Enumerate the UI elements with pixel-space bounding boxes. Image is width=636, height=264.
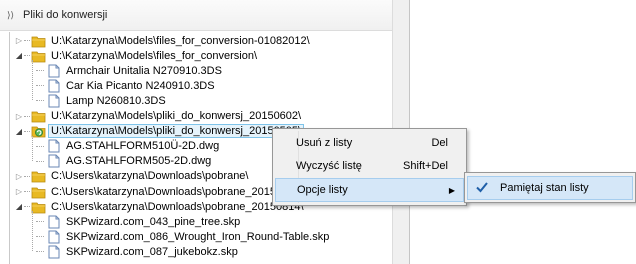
folder-icon: [31, 36, 46, 47]
collapsed-arrow-icon[interactable]: ▷: [14, 172, 24, 181]
tree-connector: [24, 191, 30, 192]
tree-item-label: AG.STAHLFORM510Ü-2D.dwg: [66, 140, 220, 153]
tree-file-item[interactable]: Lamp N260810.3DS: [36, 93, 166, 108]
tree-file-item[interactable]: AG.STAHLFORM505-2D.dwg: [36, 154, 211, 169]
menu-item-label: Usuń z listy: [296, 137, 353, 149]
menu-item-label: Opcje listy: [297, 184, 348, 196]
file-icon: [48, 230, 60, 244]
tree-file-item[interactable]: Car Kia Picanto N240910.3DS: [36, 78, 215, 93]
menu-item-shortcut: Del: [431, 137, 448, 149]
tree-connector: [24, 115, 30, 117]
tree-folder-item[interactable]: ▷ U:\Katarzyna\Models\pliki_do_konwersj_2…: [14, 109, 301, 124]
tree-connector: [24, 55, 30, 57]
folder-icon: [31, 202, 46, 213]
collapsed-arrow-icon[interactable]: ▷: [14, 36, 24, 45]
tree-connector: [36, 70, 44, 72]
file-icon: [48, 94, 60, 108]
tree-item-label: U:\Katarzyna\Models\files_for_conversion…: [51, 34, 310, 47]
expanded-arrow-icon[interactable]: ◢: [14, 51, 24, 60]
app-window: ⟩⟩ Pliki do konwersji ▷ U:\Katarzyna\Mode…: [0, 0, 636, 264]
panel-title: Pliki do konwersji: [23, 9, 108, 21]
tree-folder-item[interactable]: ▷ C:\Users\katarzyna\Downloads\pobrane_20…: [14, 184, 282, 199]
file-icon: [48, 139, 60, 153]
menu-item-label: Pamiętaj stan listy: [500, 182, 589, 194]
menu-item-remove[interactable]: Usuń z listy Del: [275, 132, 464, 154]
tree-folder-item[interactable]: ◢ U:\Katarzyna\Models\files_for_conversio…: [14, 48, 257, 63]
collapsed-arrow-icon[interactable]: ▷: [14, 187, 24, 196]
tree-item-label: U:\Katarzyna\Models\files_for_conversion…: [51, 49, 258, 62]
tree-connector: [24, 175, 30, 177]
tree-guide-line: [32, 135, 33, 161]
tree-connector: [36, 100, 44, 102]
tree-guide-line: [32, 211, 33, 252]
tree-item-label: U:\Katarzyna\Models\pliki_do_konwersj_20…: [51, 110, 302, 122]
folder-icon: [31, 171, 46, 183]
tree-file-item[interactable]: SKPwizard.com_043_pine_tree.skp: [36, 214, 240, 229]
tree-connector: [36, 251, 44, 253]
folder-icon: [31, 51, 46, 62]
tree-item-label: Armchair Unitalia N270910.3DS: [66, 64, 222, 77]
tree-item-label: C:\Users\katarzyna\Downloads\pobrane\: [51, 170, 249, 183]
collapsed-arrow-icon[interactable]: ▷: [14, 112, 24, 121]
menu-item-shortcut: Shift+Del: [403, 160, 448, 172]
tree-item-label: SKPwizard.com_043_pine_tree.skp: [66, 215, 241, 228]
tree-item-label: C:\Users\katarzyna\Downloads\pobrane_201…: [51, 185, 283, 198]
tree-folder-item[interactable]: ▷ C:\Users\katarzyna\Downloads\pobrane\: [14, 169, 248, 184]
collapse-chevron-icon[interactable]: ⟩⟩: [7, 10, 21, 21]
checkmark-icon: [476, 182, 488, 193]
folder-icon: [31, 187, 46, 198]
tree-item-label: C:\Users\katarzyna\Downloads\pobrane_201…: [51, 200, 304, 213]
tree-item-label: SKPwizard.com_086_Wrought_Iron_Round-Tab…: [66, 230, 330, 243]
tree-connector: [24, 130, 30, 132]
file-icon: [48, 245, 60, 259]
file-icon: [48, 79, 60, 93]
tree-folder-item[interactable]: ◢ U:\Katarzyna\Models\pliki_do_konwersj_2…: [14, 124, 305, 139]
menu-item-list-options[interactable]: Opcje listy ▶: [275, 178, 464, 202]
submenu: Pamiętaj stan listy: [464, 172, 636, 203]
panel-header[interactable]: ⟩⟩ Pliki do konwersji: [0, 0, 400, 31]
submenu-arrow-icon: ▶: [448, 185, 455, 195]
file-icon: [48, 215, 60, 229]
tree-item-label: Lamp N260810.3DS: [66, 94, 166, 107]
tree-file-item[interactable]: AG.STAHLFORM510Ü-2D.dwg: [36, 139, 219, 154]
folder-refresh-icon: [31, 126, 46, 138]
menu-item-label: Wyczyść listę: [296, 160, 362, 172]
tree-connector: [36, 160, 44, 162]
tree-file-item[interactable]: Armchair Unitalia N270910.3DS: [36, 63, 222, 78]
tree-connector: [24, 40, 30, 41]
tree-item-label: Car Kia Picanto N240910.3DS: [66, 79, 215, 92]
file-icon: [48, 154, 60, 168]
file-icon: [48, 64, 60, 78]
tree-folder-item[interactable]: ▷ U:\Katarzyna\Models\files_for_conversio…: [14, 33, 310, 48]
expanded-arrow-icon[interactable]: ◢: [14, 127, 24, 136]
tree-file-item[interactable]: SKPwizard.com_087_jukebokz.skp: [36, 244, 238, 259]
tree-guide-line: [32, 60, 33, 101]
tree-item-label: AG.STAHLFORM505-2D.dwg: [66, 155, 212, 168]
tree-file-item[interactable]: SKPwizard.com_086_Wrought_Iron_Round-Tab…: [36, 229, 329, 244]
tree-connector: [24, 206, 30, 208]
tree-connector: [36, 85, 44, 87]
context-menu: Usuń z listy Del Wyczyść listę Shift+Del…: [272, 128, 467, 206]
tree-item-label: U:\Katarzyna\Models\pliki_do_konwersj_20…: [48, 124, 305, 139]
menu-item-clear[interactable]: Wyczyść listę Shift+Del: [275, 155, 464, 177]
tree-connector: [36, 236, 44, 238]
tree-connector: [36, 145, 44, 147]
tree-item-label: SKPwizard.com_087_jukebokz.skp: [66, 245, 238, 258]
tree-folder-item[interactable]: ◢ C:\Users\katarzyna\Downloads\pobrane_20…: [14, 199, 304, 214]
menu-item-remember-list-state[interactable]: Pamiętaj stan listy: [467, 176, 633, 200]
folder-icon: [31, 111, 46, 123]
expanded-arrow-icon[interactable]: ◢: [14, 202, 24, 211]
tree-connector: [36, 221, 44, 223]
